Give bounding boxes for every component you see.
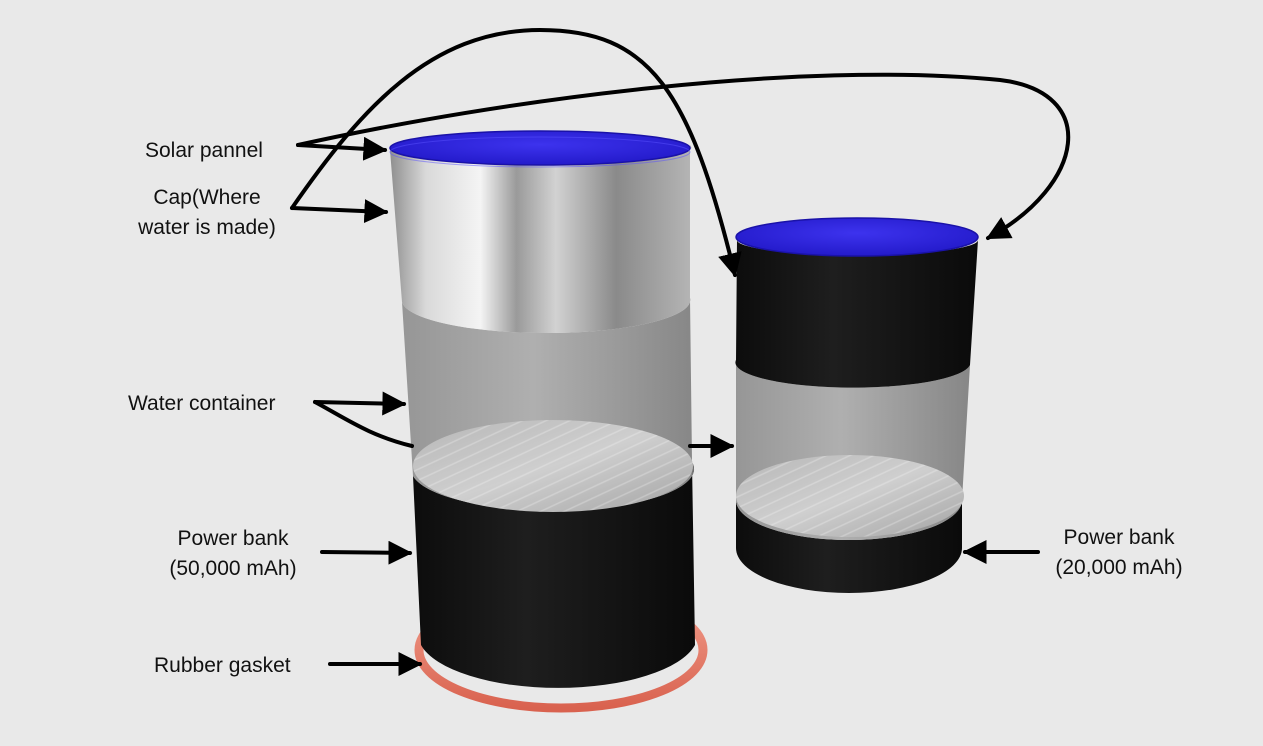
large-cap-body [390, 145, 692, 334]
label-rubber-gasket-text: Rubber gasket [154, 654, 291, 677]
label-cap: Cap(Where water is made) [126, 183, 288, 243]
label-rubber-gasket: Rubber gasket [154, 651, 291, 681]
water-generator-diagram [290, 27, 1071, 713]
label-power-bank-large-line1: Power bank [177, 527, 289, 550]
label-solar-panel-text: Solar pannel [145, 139, 263, 162]
large-cylinder [389, 130, 708, 713]
label-cap-line1: Cap(Where [153, 186, 261, 209]
large-solar-panel [389, 130, 691, 166]
arrow-cap-large [290, 199, 389, 224]
label-solar-panel: Solar pannel [145, 136, 263, 166]
label-water-container: Water container [128, 389, 275, 419]
large-water-surface-texture [413, 420, 693, 512]
arrow-power-bank-large [320, 540, 413, 565]
arrow-water-container-small-tail [313, 400, 414, 448]
label-power-bank-small-line2: (20,000 mAh) [1055, 556, 1183, 579]
label-power-bank-small: Power bank (20,000 mAh) [1044, 523, 1194, 583]
label-cap-line2: water is made) [138, 216, 276, 239]
small-power-bank-top-body [735, 240, 979, 388]
arrow-water-container-large [313, 391, 407, 416]
small-solar-panel [735, 217, 979, 257]
small-cylinder [735, 217, 979, 593]
arrow-solar-panel-large [296, 136, 388, 161]
label-power-bank-large: Power bank (50,000 mAh) [158, 524, 308, 584]
small-water-surface-texture [736, 455, 964, 537]
label-water-container-text: Water container [128, 392, 276, 415]
label-power-bank-large-line2: (50,000 mAh) [169, 557, 297, 580]
label-power-bank-small-line1: Power bank [1063, 526, 1175, 549]
